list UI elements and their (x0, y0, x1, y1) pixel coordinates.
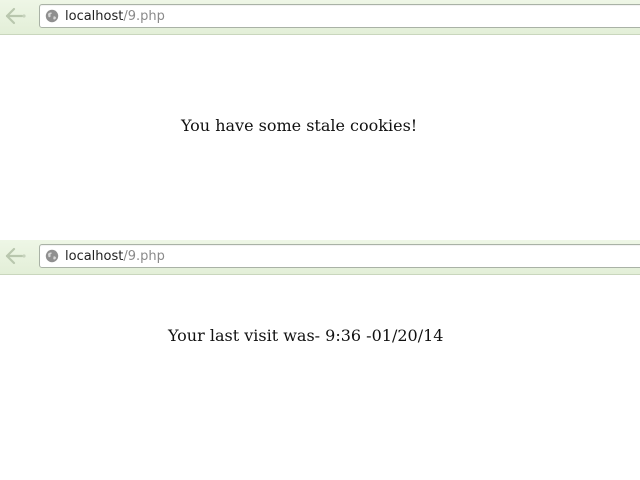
back-arrow-icon (5, 247, 26, 265)
back-button[interactable] (2, 245, 28, 267)
browser-window-top: localhost/9.php You have some stale cook… (0, 0, 640, 240)
url-text: localhost/9.php (65, 9, 165, 24)
globe-icon (45, 9, 59, 23)
page-message: Your last visit was- 9:36 -01/20/14 (168, 326, 444, 345)
navigation-toolbar: localhost/9.php (0, 240, 640, 275)
back-arrow-icon (5, 7, 26, 25)
url-host: localhost (65, 249, 124, 264)
navigation-toolbar: localhost/9.php (0, 0, 640, 35)
page-message: You have some stale cookies! (181, 116, 418, 135)
browser-window-bottom: localhost/9.php Your last visit was- 9:3… (0, 240, 640, 480)
url-host: localhost (65, 9, 124, 24)
url-path: /9.php (123, 9, 165, 24)
url-path: /9.php (123, 249, 165, 264)
url-text: localhost/9.php (65, 249, 165, 264)
back-button[interactable] (2, 5, 28, 27)
address-bar[interactable]: localhost/9.php (39, 4, 640, 28)
address-bar[interactable]: localhost/9.php (39, 244, 640, 268)
globe-icon (45, 249, 59, 263)
